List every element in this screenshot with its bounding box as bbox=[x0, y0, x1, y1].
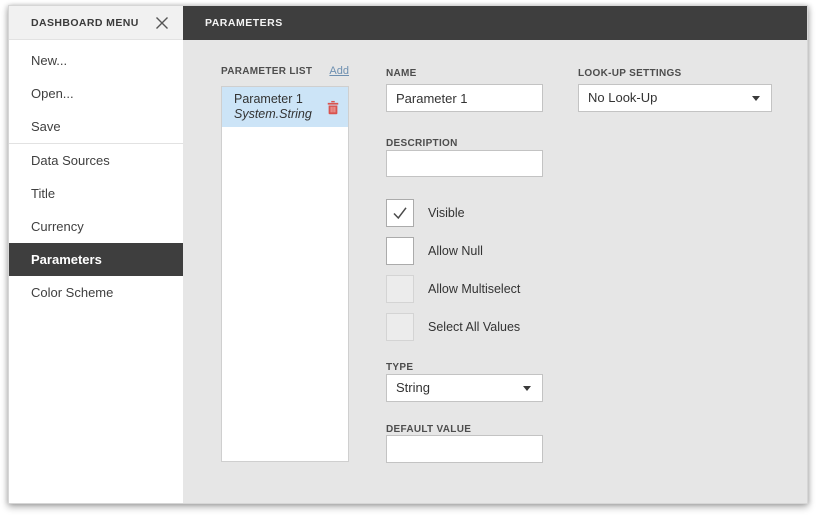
chevron-down-icon bbox=[523, 386, 531, 391]
select-all-values-checkbox bbox=[386, 313, 414, 341]
lookup-settings-label: LOOK-UP SETTINGS bbox=[578, 68, 682, 79]
allow-null-label: Allow Null bbox=[428, 244, 483, 258]
lookup-settings-dropdown[interactable]: No Look-Up bbox=[578, 84, 772, 112]
dashboard-menu-sidebar: DASHBOARD MENU New... Open... Save Data … bbox=[9, 6, 183, 503]
parameter-list-label: PARAMETER LIST bbox=[221, 66, 313, 77]
close-icon[interactable] bbox=[152, 13, 172, 33]
visible-row: Visible bbox=[386, 199, 465, 227]
sidebar-header: DASHBOARD MENU bbox=[9, 6, 183, 40]
parameter-item-name: Parameter 1 bbox=[234, 92, 303, 106]
menu-item-title[interactable]: Title bbox=[9, 177, 183, 210]
delete-parameter-icon[interactable] bbox=[326, 100, 340, 115]
sidebar-title: DASHBOARD MENU bbox=[31, 17, 139, 29]
allow-null-checkbox[interactable] bbox=[386, 237, 414, 265]
sidebar-menu: New... Open... Save Data Sources Title C… bbox=[9, 40, 183, 309]
page-title-bar: PARAMETERS bbox=[183, 6, 807, 40]
name-input[interactable] bbox=[386, 84, 543, 112]
allow-multiselect-row: Allow Multiselect bbox=[386, 275, 520, 303]
allow-multiselect-checkbox bbox=[386, 275, 414, 303]
menu-item-save[interactable]: Save bbox=[9, 110, 183, 143]
menu-item-currency[interactable]: Currency bbox=[9, 210, 183, 243]
chevron-down-icon bbox=[752, 96, 760, 101]
add-parameter-link[interactable]: Add bbox=[329, 65, 349, 77]
dashboard-designer-window: DASHBOARD MENU New... Open... Save Data … bbox=[8, 5, 808, 504]
page-title: PARAMETERS bbox=[205, 17, 283, 29]
menu-item-parameters[interactable]: Parameters bbox=[9, 243, 183, 276]
lookup-settings-value: No Look-Up bbox=[588, 90, 658, 105]
description-input[interactable] bbox=[386, 150, 543, 177]
type-dropdown[interactable]: String bbox=[386, 374, 543, 402]
parameter-list: Parameter 1 System.String bbox=[221, 86, 349, 462]
parameter-list-item[interactable]: Parameter 1 System.String bbox=[222, 87, 348, 127]
parameter-item-text: Parameter 1 System.String bbox=[234, 92, 312, 122]
visible-checkbox[interactable] bbox=[386, 199, 414, 227]
visible-label: Visible bbox=[428, 206, 465, 220]
default-value-input[interactable] bbox=[386, 435, 543, 463]
parameter-list-header: PARAMETER LIST Add bbox=[221, 65, 349, 77]
type-label: TYPE bbox=[386, 362, 414, 373]
parameter-item-type: System.String bbox=[234, 107, 312, 121]
name-label: NAME bbox=[386, 68, 417, 79]
menu-item-open[interactable]: Open... bbox=[9, 77, 183, 110]
default-value-label: DEFAULT VALUE bbox=[386, 424, 472, 435]
menu-item-new[interactable]: New... bbox=[9, 44, 183, 77]
allow-null-row: Allow Null bbox=[386, 237, 483, 265]
description-label: DESCRIPTION bbox=[386, 138, 458, 149]
select-all-values-row: Select All Values bbox=[386, 313, 520, 341]
parameters-pane: PARAMETER LIST Add Parameter 1 System.St… bbox=[183, 40, 807, 503]
select-all-values-label: Select All Values bbox=[428, 320, 521, 334]
menu-item-data-sources[interactable]: Data Sources bbox=[9, 144, 183, 177]
type-value: String bbox=[396, 380, 430, 395]
menu-item-color-scheme[interactable]: Color Scheme bbox=[9, 276, 183, 309]
allow-multiselect-label: Allow Multiselect bbox=[428, 282, 521, 296]
